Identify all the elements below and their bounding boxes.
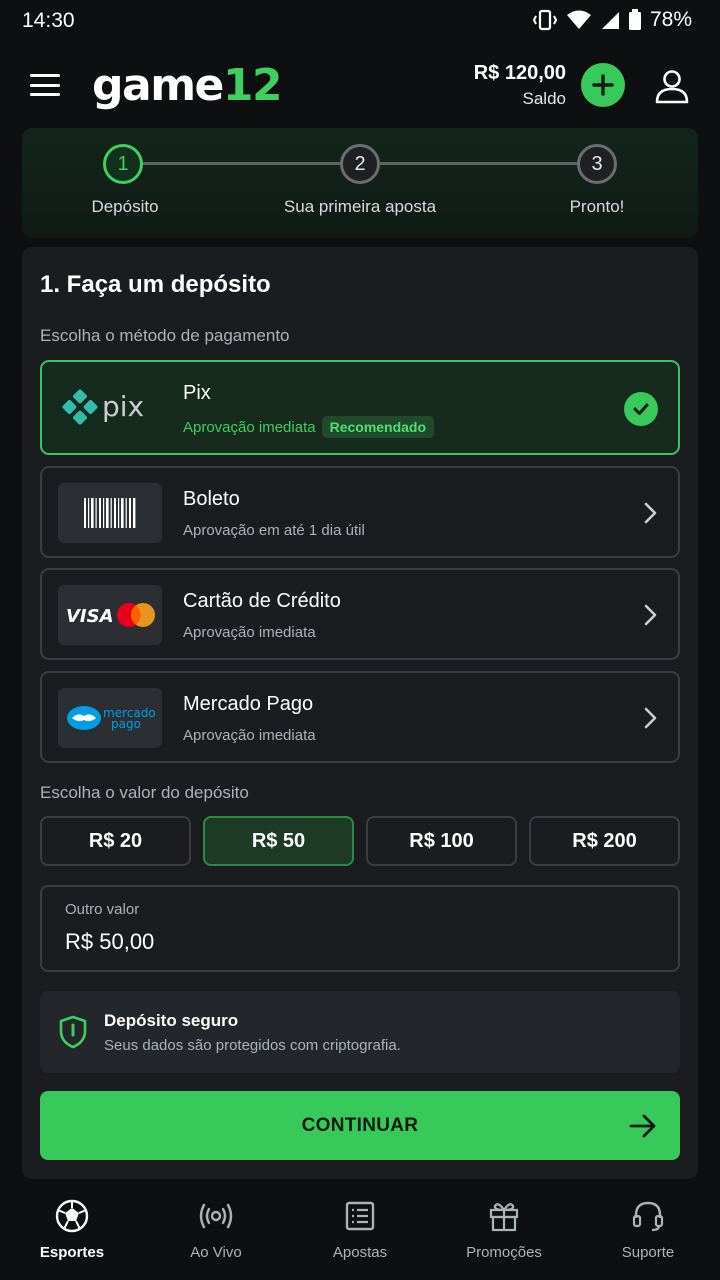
- gift-icon: [489, 1203, 519, 1232]
- recommended-badge: Recomendado: [321, 416, 435, 438]
- chevron-right-icon: [644, 502, 657, 524]
- step-connector: [143, 162, 341, 165]
- soccer-ball-icon: [55, 1199, 89, 1233]
- continue-label: CONTINUAR: [301, 1114, 419, 1136]
- payment-method-mercado-pago[interactable]: mercado pago Mercado Pago Aprovação imed…: [40, 671, 680, 763]
- nav-apostas[interactable]: Apostas: [288, 1190, 432, 1280]
- amount-options: R$ 20 R$ 50 R$ 100 R$ 200: [40, 816, 680, 866]
- step-3-circle: 3: [577, 144, 617, 184]
- payment-method-label: Escolha o método de pagamento: [40, 326, 290, 345]
- headset-icon: [632, 1201, 664, 1232]
- visa-mastercard-logo: VISA: [58, 585, 162, 645]
- deposit-card: 1. Faça um depósito Escolha o método de …: [22, 247, 698, 1179]
- amount-option-20[interactable]: R$ 20: [40, 816, 191, 866]
- wifi-icon: [566, 10, 591, 29]
- continue-button[interactable]: CONTINUAR: [40, 1091, 680, 1160]
- barcode-icon: [58, 483, 162, 543]
- svg-text:pago: pago: [111, 717, 141, 731]
- broadcast-icon: [199, 1203, 233, 1229]
- chevron-right-icon: [644, 604, 657, 626]
- step-2-label: Sua primeira aposta: [283, 197, 437, 216]
- battery-icon: [628, 9, 641, 30]
- method-desc: Aprovação em até 1 dia útil: [183, 522, 365, 539]
- user-icon[interactable]: [654, 68, 690, 104]
- amount-label: Escolha o valor do depósito: [40, 783, 249, 802]
- nav-suporte[interactable]: Suporte: [576, 1190, 720, 1280]
- pix-logo: pix: [58, 377, 162, 437]
- amount-option-50[interactable]: R$ 50: [203, 816, 354, 866]
- nav-promocoes[interactable]: Promoções: [432, 1190, 576, 1280]
- app-header: game12 R$ 120,00 Saldo: [0, 54, 720, 118]
- mercado-pago-logo: mercado pago: [58, 688, 162, 748]
- step-1-label: Depósito: [91, 197, 159, 216]
- chevron-right-icon: [644, 707, 657, 729]
- plus-icon: [592, 74, 614, 96]
- balance-display: R$ 120,00 Saldo: [474, 62, 566, 109]
- deposit-heading: 1. Faça um depósito: [40, 271, 271, 298]
- nav-ao-vivo[interactable]: Ao Vivo: [144, 1190, 288, 1280]
- receipt-icon: [345, 1201, 375, 1231]
- amount-option-100[interactable]: R$ 100: [366, 816, 517, 866]
- other-amount-value[interactable]: R$ 50,00: [65, 929, 154, 955]
- method-desc: Aprovação imediata: [183, 727, 316, 744]
- nav-esportes[interactable]: Esportes: [0, 1190, 144, 1280]
- bottom-navigation: Esportes Ao Vivo Apostas Promoções Supor…: [0, 1190, 720, 1280]
- status-bar: 14:30 78%: [0, 0, 720, 44]
- check-icon: [624, 392, 658, 426]
- method-name: Pix: [183, 382, 211, 404]
- amount-option-200[interactable]: R$ 200: [529, 816, 680, 866]
- nav-label: Ao Vivo: [190, 1244, 242, 1261]
- nav-label: Suporte: [621, 1244, 675, 1261]
- onboarding-stepper: 1 2 3 Depósito Sua primeira aposta Pront…: [22, 128, 698, 238]
- secure-deposit-banner: Depósito seguro Seus dados são protegido…: [40, 991, 680, 1073]
- method-desc: Aprovação imediata: [183, 624, 316, 641]
- add-funds-button[interactable]: [581, 63, 625, 107]
- svg-text:VISA: VISA: [66, 606, 114, 627]
- vibrate-icon: [532, 9, 558, 31]
- step-connector: [380, 162, 578, 165]
- method-name: Boleto: [183, 488, 240, 510]
- nav-label: Apostas: [332, 1244, 388, 1261]
- secure-subtitle: Seus dados são protegidos com criptograf…: [104, 1037, 401, 1054]
- step-3-label: Pronto!: [569, 197, 625, 216]
- other-amount-label: Outro valor: [65, 901, 140, 918]
- signal-icon: [601, 12, 619, 29]
- nav-label: Esportes: [39, 1244, 105, 1261]
- other-amount-field[interactable]: Outro valor R$ 50,00: [40, 885, 680, 972]
- balance-amount: R$ 120,00: [473, 62, 566, 84]
- step-1-circle: 1: [103, 144, 143, 184]
- shield-icon: [59, 1015, 87, 1049]
- method-desc: Aprovação imediata Recomendado: [183, 416, 435, 438]
- battery-percent: 78%: [649, 8, 692, 31]
- nav-label: Promoções: [466, 1244, 542, 1261]
- step-2-circle: 2: [340, 144, 380, 184]
- method-name: Cartão de Crédito: [183, 590, 341, 612]
- svg-text:pix: pix: [102, 390, 144, 423]
- payment-method-credit-card[interactable]: VISA Cartão de Crédito Aprovação imediat…: [40, 568, 680, 660]
- status-time: 14:30: [22, 9, 75, 32]
- menu-icon[interactable]: [30, 74, 60, 96]
- brand-logo[interactable]: game12: [92, 60, 283, 111]
- arrow-right-icon: [629, 1114, 656, 1138]
- payment-method-boleto[interactable]: Boleto Aprovação em até 1 dia útil: [40, 466, 680, 558]
- payment-method-pix[interactable]: pix Pix Aprovação imediata Recomendado: [40, 360, 680, 455]
- balance-label: Saldo: [522, 89, 566, 108]
- secure-title: Depósito seguro: [104, 1011, 239, 1030]
- method-name: Mercado Pago: [183, 693, 314, 715]
